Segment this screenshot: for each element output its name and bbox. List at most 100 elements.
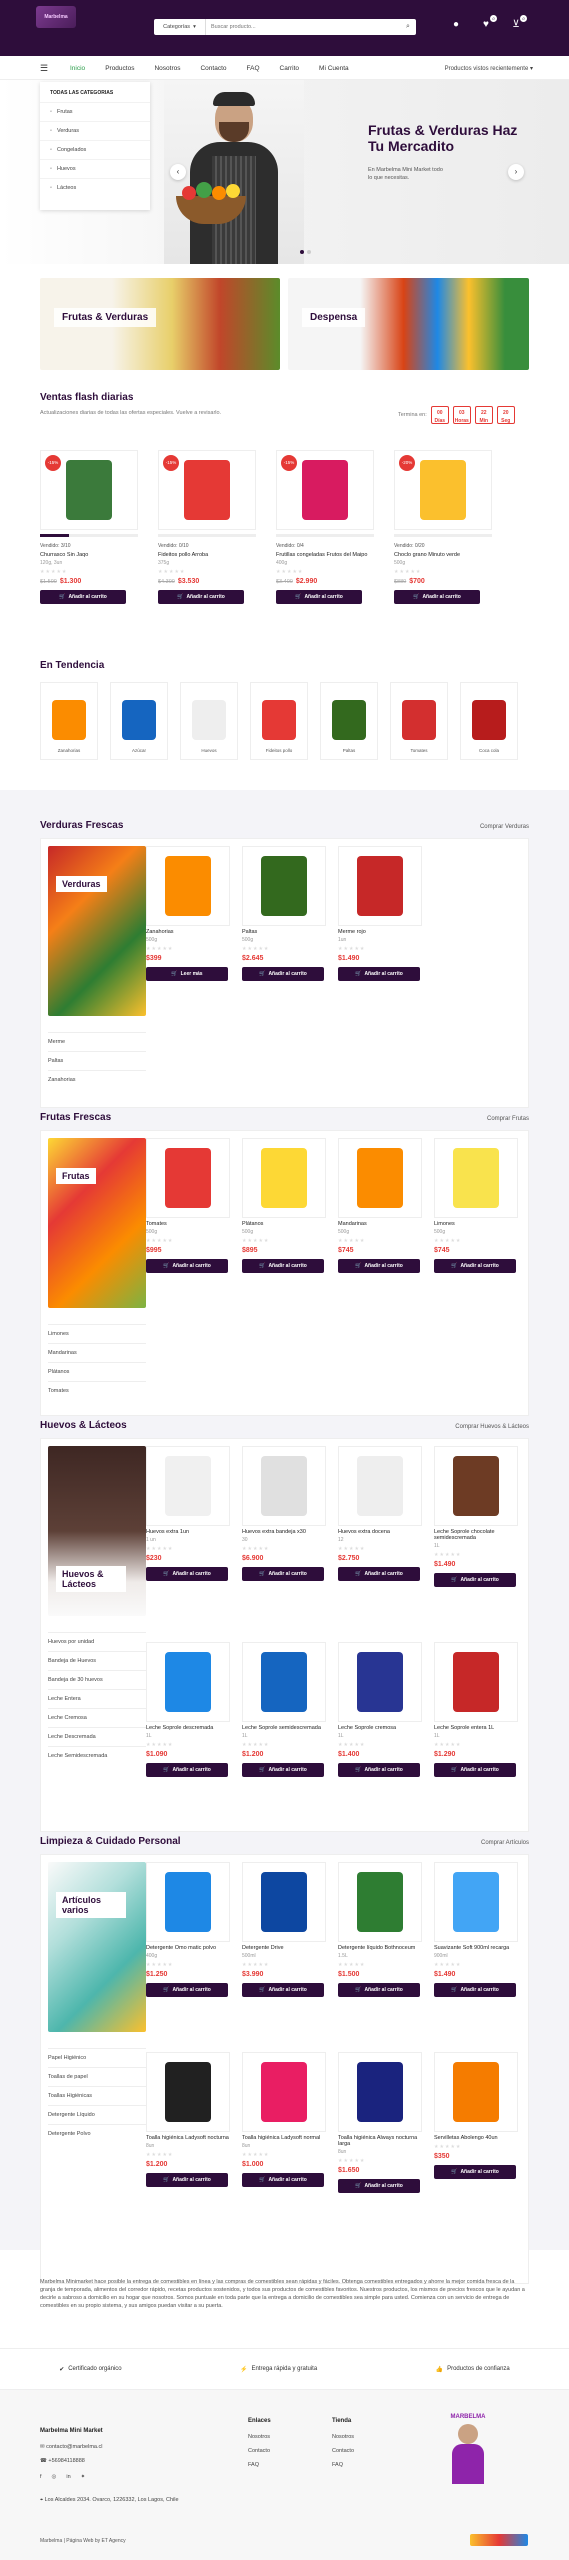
add-to-cart-button[interactable]: 🛒 Añadir al carrito — [338, 1763, 420, 1777]
product-name[interactable]: Leche Soprole cremosa — [338, 1725, 426, 1731]
footer-link[interactable]: Contacto — [332, 2448, 354, 2454]
search-category-select[interactable]: Categorías ▾ — [154, 19, 206, 35]
search-input[interactable] — [206, 20, 400, 34]
product-image[interactable] — [242, 2052, 326, 2132]
product-image[interactable] — [338, 1642, 422, 1722]
product-name[interactable]: Frutillas congeladas Frutos del Maipo — [276, 552, 374, 558]
add-to-cart-button[interactable]: 🛒 Añadir al carrito — [434, 1259, 516, 1273]
product-image[interactable] — [338, 2052, 422, 2132]
trending-item[interactable]: Huevos — [180, 682, 238, 760]
product-name[interactable]: Zanahorias — [146, 929, 234, 935]
nav-productos[interactable]: Productos — [105, 65, 134, 72]
product-name[interactable]: Leche Soprole descremada — [146, 1725, 234, 1731]
add-to-cart-button[interactable]: 🛒 Añadir al carrito — [434, 2165, 516, 2179]
nav-mi-cuenta[interactable]: Mi Cuenta — [319, 65, 349, 72]
product-card[interactable]: Zanahorias 500g ★★★★★ $399 🛒 Leer más — [146, 846, 234, 981]
add-to-cart-button[interactable]: 🛒 Añadir al carrito — [338, 1983, 420, 1997]
hero-next-arrow[interactable]: › — [508, 164, 524, 180]
subcategory-link[interactable]: Toallas de papel — [48, 2067, 146, 2086]
linkedin-icon[interactable]: in — [66, 2474, 70, 2480]
product-image[interactable] — [434, 1862, 518, 1942]
product-card[interactable]: Tomates 500g ★★★★★ $995 🛒 Añadir al carrito — [146, 1138, 234, 1273]
product-name[interactable]: Leche Soprole chocolate semidescremada — [434, 1529, 522, 1541]
product-name[interactable]: Choclo grano Minuto verde — [394, 552, 492, 558]
subcategory-link[interactable]: Leche Semidescremada — [48, 1746, 146, 1765]
section-side-image[interactable]: Verduras — [48, 846, 146, 1016]
product-image[interactable] — [338, 1862, 422, 1942]
add-to-cart-button[interactable]: 🛒 Añadir al carrito — [242, 2173, 324, 2187]
trending-item[interactable]: Azúcar — [110, 682, 168, 760]
product-name[interactable]: Tomates — [146, 1221, 234, 1227]
section-shop-link[interactable]: Comprar Artículos — [481, 1840, 529, 1846]
section-side-image[interactable]: Huevos & Lácteos — [48, 1446, 146, 1616]
nav-carrito[interactable]: Carrito — [280, 65, 300, 72]
product-name[interactable]: Suavizante Soft 900ml recarga — [434, 1945, 522, 1951]
menu-icon[interactable]: ☰ — [40, 63, 56, 74]
product-name[interactable]: Detergente Omo matic polvo — [146, 1945, 234, 1951]
product-card[interactable]: -15% Vendido: 3/10 Churrasco Sin Jaqo 120g,… — [40, 450, 138, 604]
product-card[interactable]: Detergente Omo matic polvo 400g ★★★★★ $1.25… — [146, 1862, 234, 1997]
footer-link[interactable]: FAQ — [332, 2462, 354, 2468]
footer-link[interactable]: Nosotros — [332, 2434, 354, 2440]
product-image[interactable] — [242, 846, 326, 926]
subcategory-link[interactable]: Detergente Líquido — [48, 2105, 146, 2124]
product-image[interactable] — [434, 1446, 518, 1526]
product-name[interactable]: Leche Soprole semidescremada — [242, 1725, 330, 1731]
product-image[interactable] — [146, 846, 230, 926]
add-to-cart-button[interactable]: 🛒 Añadir al carrito — [40, 590, 126, 604]
footer-link[interactable]: Contacto — [248, 2448, 271, 2454]
product-name[interactable]: Leche Soprole entera 1L — [434, 1725, 522, 1731]
product-card[interactable]: Detergente líquido Bothnoceum 1.5L ★★★★★ $1… — [338, 1862, 426, 1997]
product-image[interactable] — [242, 1138, 326, 1218]
category-item[interactable]: ◦ Huevos — [40, 159, 150, 178]
product-card[interactable]: Leche Soprole chocolate semidescremada 1L… — [434, 1446, 522, 1587]
add-to-cart-button[interactable]: 🛒 Añadir al carrito — [276, 590, 362, 604]
subcategory-link[interactable]: Detergente Polvo — [48, 2124, 146, 2143]
add-to-cart-button[interactable]: 🛒 Añadir al carrito — [338, 1259, 420, 1273]
product-name[interactable]: Paltas — [242, 929, 330, 935]
product-image[interactable] — [434, 1642, 518, 1722]
category-item[interactable]: ◦ Verduras — [40, 121, 150, 140]
product-name[interactable]: Huevos extra bandeja x30 — [242, 1529, 330, 1535]
category-item[interactable]: ◦ Lácteos — [40, 178, 150, 197]
product-card[interactable]: Plátanos 500g ★★★★★ $895 🛒 Añadir al carrito — [242, 1138, 330, 1273]
add-to-cart-button[interactable]: 🛒 Añadir al carrito — [146, 1983, 228, 1997]
add-to-cart-button[interactable]: 🛒 Añadir al carrito — [146, 2173, 228, 2187]
product-name[interactable]: Detergente Drive — [242, 1945, 330, 1951]
category-item[interactable]: ◦ Frutas — [40, 102, 150, 121]
product-name[interactable]: Mandarinas — [338, 1221, 426, 1227]
category-item[interactable]: ◦ Congelados — [40, 140, 150, 159]
product-name[interactable]: Limones — [434, 1221, 522, 1227]
footer-phone[interactable]: ☎ +56984118888 — [40, 2458, 103, 2464]
product-image[interactable] — [338, 846, 422, 926]
product-image[interactable] — [338, 1446, 422, 1526]
product-image[interactable] — [242, 1446, 326, 1526]
product-name[interactable]: Fideitos pollo Arroba — [158, 552, 256, 558]
product-card[interactable]: -20% Vendido: 0/20 Choclo grano Minuto ver… — [394, 450, 492, 604]
subcategory-link[interactable]: Tomates — [48, 1381, 146, 1400]
subcategory-link[interactable]: Zanahorias — [48, 1070, 146, 1089]
subcategory-link[interactable]: Merme — [48, 1032, 146, 1051]
section-side-image[interactable]: Artículos varios — [48, 1862, 146, 2032]
add-to-cart-button[interactable]: 🛒 Añadir al carrito — [338, 1567, 420, 1581]
hero-prev-arrow[interactable]: ‹ — [170, 164, 186, 180]
product-name[interactable]: Toalla higiénica Ladysoft normal — [242, 2135, 330, 2141]
footer-link[interactable]: Nosotros — [248, 2434, 271, 2440]
user-icon[interactable]: ● — [449, 19, 463, 30]
section-shop-link[interactable]: Comprar Verduras — [480, 824, 529, 830]
product-image[interactable]: -15% — [276, 450, 374, 530]
add-to-cart-button[interactable]: 🛒 Añadir al carrito — [434, 1763, 516, 1777]
product-image[interactable] — [146, 1642, 230, 1722]
product-card[interactable]: Detergente Drive 500ml ★★★★★ $3.990 🛒 Añadir … — [242, 1862, 330, 1997]
product-card[interactable]: Toalla higiénica Ladysoft nocturna 8un ★★★… — [146, 2052, 234, 2187]
subcategory-link[interactable]: Plátanos — [48, 1362, 146, 1381]
promo-frutas-verduras[interactable]: Frutas & Verduras — [40, 278, 280, 370]
add-to-cart-button[interactable]: 🛒 Añadir al carrito — [434, 1983, 516, 1997]
product-image[interactable] — [146, 1138, 230, 1218]
product-name[interactable]: Huevos extra docena — [338, 1529, 426, 1535]
product-name[interactable]: Toalla higiénica Always nocturna larga — [338, 2135, 426, 2147]
product-card[interactable]: Leche Soprole cremosa 1L ★★★★★ $1.400 🛒 Añadi… — [338, 1642, 426, 1777]
trending-item[interactable]: Coca cola — [460, 682, 518, 760]
hero-dot[interactable] — [307, 250, 311, 254]
footer-link[interactable]: FAQ — [248, 2462, 271, 2468]
